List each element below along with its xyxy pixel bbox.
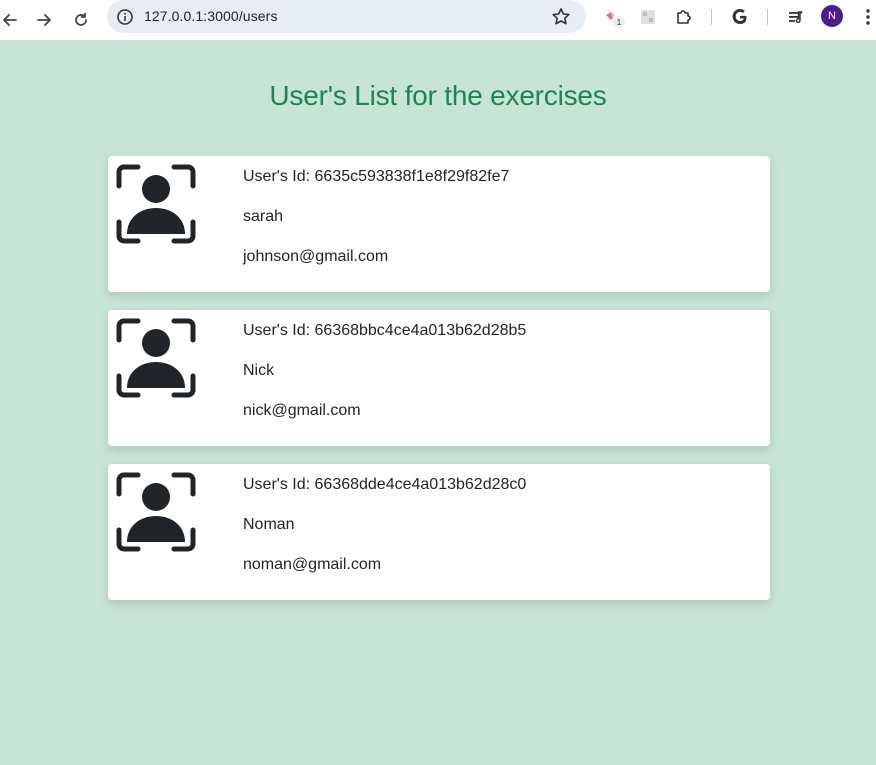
extension-puzzle-icon[interactable]: [671, 4, 697, 30]
back-icon[interactable]: [0, 6, 24, 34]
user-name: sarah: [243, 208, 284, 225]
bookmark-star-icon[interactable]: [550, 6, 572, 28]
user-id: User's Id: 66368bbc4ce4a013b62d28b5: [243, 322, 527, 339]
forward-icon[interactable]: [30, 6, 58, 34]
url-text[interactable]: 127.0.0.1:3000/users: [144, 8, 278, 24]
menu-kebab-icon[interactable]: [855, 4, 876, 30]
profile-avatar[interactable]: N: [821, 5, 843, 27]
user-email: noman@gmail.com: [243, 556, 382, 573]
toolbar-divider: [767, 9, 768, 25]
reload-icon[interactable]: [67, 6, 95, 34]
user-focus-avatar-icon: [116, 318, 196, 398]
user-email: johnson@gmail.com: [243, 248, 389, 265]
google-icon[interactable]: [727, 4, 753, 30]
user-name: Nick: [243, 362, 275, 379]
page-title: User's List for the exercises: [269, 80, 607, 111]
media-control-icon[interactable]: [783, 4, 809, 30]
extension-grid-icon[interactable]: [635, 4, 661, 30]
browser-toolbar: 127.0.0.1:3000/users 1 N: [0, 0, 876, 40]
address-bar[interactable]: 127.0.0.1:3000/users: [107, 0, 586, 33]
toolbar-divider: [711, 9, 712, 25]
user-card: User's Id: 66368dde4ce4a013b62d28c0 Noma…: [108, 464, 770, 600]
user-name: Noman: [243, 516, 295, 533]
extension-badge: 1: [613, 16, 625, 28]
user-id: User's Id: 66368dde4ce4a013b62d28c0: [243, 476, 527, 493]
user-focus-avatar-icon: [116, 472, 196, 552]
user-card: User's Id: 66368bbc4ce4a013b62d28b5 Nick…: [108, 310, 770, 446]
user-focus-avatar-icon: [116, 164, 196, 244]
site-info-icon[interactable]: [116, 8, 134, 26]
user-email: nick@gmail.com: [243, 402, 361, 419]
user-id: User's Id: 6635c593838f1e8f29f82fe7: [243, 168, 510, 185]
user-card: User's Id: 6635c593838f1e8f29f82fe7 sara…: [108, 156, 770, 292]
